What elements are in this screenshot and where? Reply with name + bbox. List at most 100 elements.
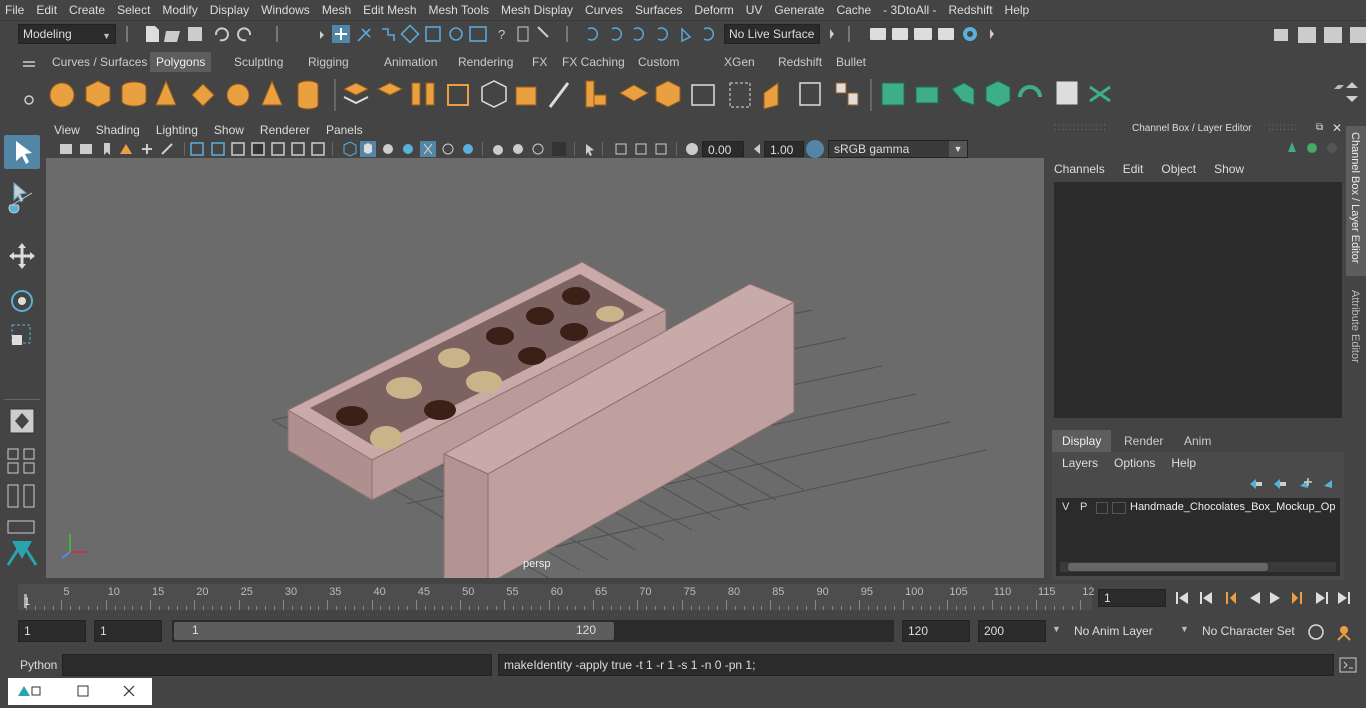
shelf-tab-polygons[interactable]: Polygons xyxy=(150,52,212,72)
shelf-tab-rendering[interactable]: Rendering xyxy=(452,52,519,72)
time-tick xyxy=(380,606,382,610)
toggle-attribute-editor-icon xyxy=(1350,27,1366,43)
anim-end-field[interactable]: 200 xyxy=(978,620,1046,642)
shelf-tab-sculpting[interactable]: Sculpting xyxy=(228,52,289,72)
shelf-tab-custom[interactable]: Custom xyxy=(632,52,685,72)
command-input[interactable] xyxy=(62,654,492,676)
menu-file[interactable]: File xyxy=(0,0,31,20)
layer-visibility-toggle[interactable]: V xyxy=(1062,501,1069,513)
time-tick xyxy=(345,606,346,610)
menu-mesh-display[interactable]: Mesh Display xyxy=(496,0,580,20)
current-frame-field[interactable]: 1 xyxy=(1098,589,1166,607)
range-slider-handle[interactable] xyxy=(174,622,614,640)
menu-mesh-tools[interactable]: Mesh Tools xyxy=(424,0,496,20)
menu-uv[interactable]: UV xyxy=(741,0,770,20)
shelf-tab-fx-caching[interactable]: FX Caching xyxy=(556,52,631,72)
playback-start-field[interactable]: 1 xyxy=(94,620,162,642)
shelf-tab-rigging[interactable]: Rigging xyxy=(302,52,355,72)
menu-select[interactable]: Select xyxy=(112,0,157,20)
float-icon[interactable]: ⧉ xyxy=(1316,122,1323,133)
menu-create[interactable]: Create xyxy=(64,0,112,20)
menu-display[interactable]: Display xyxy=(205,0,256,20)
side-tab-channel-box[interactable]: Channel Box / Layer Editor xyxy=(1346,126,1366,276)
channel-box-icons[interactable] xyxy=(1286,140,1346,156)
anim-start-field[interactable]: 1 xyxy=(18,620,86,642)
channel-box-menu-edit[interactable]: Edit xyxy=(1123,162,1144,178)
range-icons[interactable] xyxy=(1306,622,1362,642)
color-management-icon xyxy=(806,140,824,158)
time-tick xyxy=(1027,606,1029,610)
viewport-menu-lighting[interactable]: Lighting xyxy=(148,123,206,137)
side-tab-attribute-editor[interactable]: Attribute Editor xyxy=(1346,284,1366,384)
shelf-menu-icons[interactable] xyxy=(18,56,40,116)
character-set-select[interactable]: No Character Set xyxy=(1196,620,1300,642)
toolbox-icons[interactable] xyxy=(4,173,40,573)
time-slider[interactable]: 5 10 15 20 25 30 35 40 45 50 55 60 65 70 75 80 85 90 95 100… xyxy=(18,580,1095,612)
ipr-render-icon xyxy=(892,28,908,40)
layer-menu-help[interactable]: Help xyxy=(1171,456,1196,472)
menu-mesh[interactable]: Mesh xyxy=(317,0,358,20)
menu-edit-mesh[interactable]: Edit Mesh xyxy=(358,0,423,20)
layer-tab-anim[interactable]: Anim xyxy=(1174,430,1221,452)
channel-list[interactable] xyxy=(1054,182,1342,418)
layer-menu-options[interactable]: Options xyxy=(1114,456,1155,472)
layer-type-toggle[interactable] xyxy=(1096,502,1108,514)
script-editor-icon[interactable] xyxy=(1338,656,1358,674)
layer-scrollbar[interactable] xyxy=(1060,562,1336,572)
menu-generate[interactable]: Generate xyxy=(769,0,831,20)
playback-end-field[interactable]: 120 xyxy=(902,620,970,642)
layer-tab-render[interactable]: Render xyxy=(1114,430,1173,452)
viewport-menu-shading[interactable]: Shading xyxy=(88,123,148,137)
viewport-menu-show[interactable]: Show xyxy=(206,123,252,137)
go-to-start-icon xyxy=(1176,592,1188,604)
viewport-menu-renderer[interactable]: Renderer xyxy=(252,123,318,137)
render-icons xyxy=(830,26,1366,43)
viewport-menu-view[interactable]: View xyxy=(46,123,88,137)
gamma-icon xyxy=(754,144,760,154)
layer-color-swatch[interactable] xyxy=(1112,502,1126,514)
menu-surfaces[interactable]: Surfaces xyxy=(630,0,689,20)
shelf-tab-curves-surfaces[interactable]: Curves / Surfaces xyxy=(46,52,153,72)
shelf-scroll-icons[interactable] xyxy=(1342,78,1362,112)
menu-help[interactable]: Help xyxy=(1000,0,1037,20)
shelf-tab-redshift[interactable]: Redshift xyxy=(772,52,828,72)
layer-row[interactable]: V P Handmade_Chocolates_Box_Mockup_Op xyxy=(1056,500,1340,516)
channel-box-menu-channels[interactable]: Channels xyxy=(1054,162,1105,178)
channel-box-menu-show[interactable]: Show xyxy=(1214,162,1244,178)
menu-redshift[interactable]: Redshift xyxy=(944,0,1000,20)
anim-layer-select[interactable]: No Anim Layer xyxy=(1068,620,1176,642)
shelf-tab-animation[interactable]: Animation xyxy=(378,52,443,72)
shelf-tab-xgen[interactable]: XGen xyxy=(718,52,761,72)
layer-action-icons[interactable] xyxy=(1246,476,1336,492)
channel-box-menu-object[interactable]: Object xyxy=(1161,162,1196,178)
layer-menu-layers[interactable]: Layers xyxy=(1062,456,1098,472)
perspective-viewport[interactable]: persp xyxy=(46,158,1044,585)
time-tick xyxy=(469,606,470,610)
select-tool-button[interactable] xyxy=(4,135,40,169)
menu-cache[interactable]: Cache xyxy=(831,0,878,20)
menu-windows[interactable]: Windows xyxy=(256,0,317,20)
close-icon[interactable]: ✕ xyxy=(1332,121,1342,135)
layer-tab-display[interactable]: Display xyxy=(1052,430,1112,452)
layer-playback-toggle[interactable]: P xyxy=(1080,501,1087,513)
viewport-menu-panels[interactable]: Panels xyxy=(318,123,371,137)
playback-controls[interactable] xyxy=(1172,588,1366,608)
menu-deform[interactable]: Deform xyxy=(689,0,740,20)
time-tick xyxy=(690,606,692,610)
shelf-tab-bullet[interactable]: Bullet xyxy=(830,52,872,72)
menu-curves[interactable]: Curves xyxy=(580,0,630,20)
exposure-field[interactable]: 0.00 xyxy=(702,141,744,157)
color-space-select[interactable]: sRGB gamma ▼ xyxy=(828,140,968,158)
mode-selector[interactable]: Modeling ▼ xyxy=(18,24,116,44)
time-tick xyxy=(646,606,648,610)
menu-3dtoall[interactable]: - 3DtoAll - xyxy=(878,0,943,20)
shelf-tab-fx[interactable]: FX xyxy=(526,52,553,72)
menu-modify[interactable]: Modify xyxy=(157,0,204,20)
menu-edit[interactable]: Edit xyxy=(31,0,64,20)
minimized-window[interactable] xyxy=(8,678,152,705)
command-language-label[interactable]: Python xyxy=(20,658,57,672)
range-slider[interactable]: 1 120 xyxy=(172,620,894,642)
time-slider-track[interactable]: 5 10 15 20 25 30 35 40 45 50 55 60 65 70 75 80 85 90 95 100… xyxy=(18,584,1095,610)
gamma-field[interactable]: 1.00 xyxy=(764,141,804,157)
live-surface-field[interactable]: No Live Surface xyxy=(724,24,820,44)
